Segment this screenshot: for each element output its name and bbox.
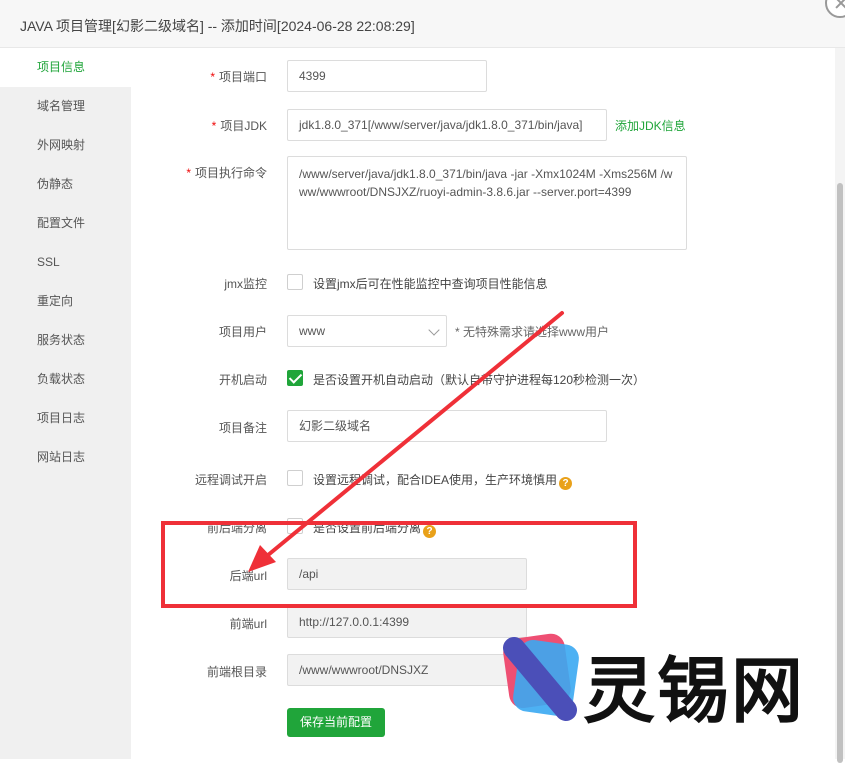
- sidebar-item-config[interactable]: 配置文件: [0, 204, 131, 243]
- save-config-button[interactable]: 保存当前配置: [287, 708, 385, 737]
- autostart-checkbox[interactable]: [287, 370, 303, 386]
- autostart-text: 是否设置开机自动启动（默认自带守护进程每120秒检测一次）: [313, 373, 646, 387]
- sidebar-item-mapping[interactable]: 外网映射: [0, 126, 131, 165]
- jmx-text: 设置jmx后可在性能监控中查询项目性能信息: [313, 277, 548, 291]
- debug-checkbox[interactable]: [287, 470, 303, 486]
- debug-label: 远程调试开启: [194, 473, 267, 487]
- help-icon[interactable]: ?: [559, 477, 573, 490]
- sidebar-item-ssl[interactable]: SSL: [0, 243, 131, 282]
- dialog-titlebar: JAVA 项目管理[幻影二级域名] -- 添加时间[2024-06-28 22:…: [0, 0, 845, 48]
- sidebar-item-load-status[interactable]: 负载状态: [0, 360, 131, 399]
- jdk-select[interactable]: jdk1.8.0_371[/www/server/java/jdk1.8.0_3…: [287, 109, 607, 141]
- sidebar-item-site-log[interactable]: 网站日志: [0, 438, 131, 477]
- frontend-url-label: 前端url: [229, 617, 267, 631]
- jmx-checkbox[interactable]: [287, 274, 303, 290]
- sidebar-item-redirect[interactable]: 重定向: [0, 282, 131, 321]
- user-select[interactable]: www: [287, 315, 447, 347]
- user-select-value: www: [299, 324, 325, 338]
- scrollbar-thumb[interactable]: [837, 183, 843, 763]
- dialog-title: JAVA 项目管理[幻影二级域名] -- 添加时间[2024-06-28 22:…: [20, 18, 415, 34]
- sidebar-item-project-log[interactable]: 项目日志: [0, 399, 131, 438]
- sidebar-item-rewrite[interactable]: 伪静态: [0, 165, 131, 204]
- frontend-root-input[interactable]: /www/wwwroot/DNSJXZ: [287, 654, 527, 686]
- sidebar-item-domain[interactable]: 域名管理: [0, 87, 131, 126]
- remark-input[interactable]: 幻影二级域名: [287, 410, 607, 442]
- frontend-root-label: 前端根目录: [206, 665, 267, 679]
- debug-text: 设置远程调试，配合IDEA使用，生产环境慎用?: [313, 471, 573, 490]
- jmx-label: jmx监控: [224, 277, 267, 291]
- jdk-label: * 项目JDK: [211, 119, 267, 133]
- command-label: * 项目执行命令: [186, 166, 267, 180]
- user-hint: * 无特殊需求请选择www用户: [455, 325, 610, 339]
- remark-label: 项目备注: [218, 421, 267, 435]
- autostart-label: 开机启动: [218, 373, 267, 387]
- chevron-down-icon: [428, 324, 440, 336]
- sidebar-item-service-status[interactable]: 服务状态: [0, 321, 131, 360]
- port-label: * 项目端口: [210, 70, 267, 84]
- sidebar-item-project-info[interactable]: 项目信息: [0, 48, 131, 87]
- frontend-url-input[interactable]: http://127.0.0.1:4399: [287, 606, 527, 638]
- command-textarea[interactable]: /www/server/java/jdk1.8.0_371/bin/java -…: [287, 156, 687, 250]
- user-label: 项目用户: [218, 325, 267, 339]
- highlight-box: [161, 521, 637, 608]
- scrollbar[interactable]: [835, 48, 845, 763]
- add-jdk-link[interactable]: 添加JDK信息: [615, 117, 686, 134]
- port-input[interactable]: 4399: [287, 60, 487, 92]
- watermark-text: 灵锡网: [583, 649, 806, 733]
- sidebar: 项目信息 域名管理 外网映射 伪静态 配置文件 SSL 重定向 服务状态 负载状…: [0, 48, 131, 759]
